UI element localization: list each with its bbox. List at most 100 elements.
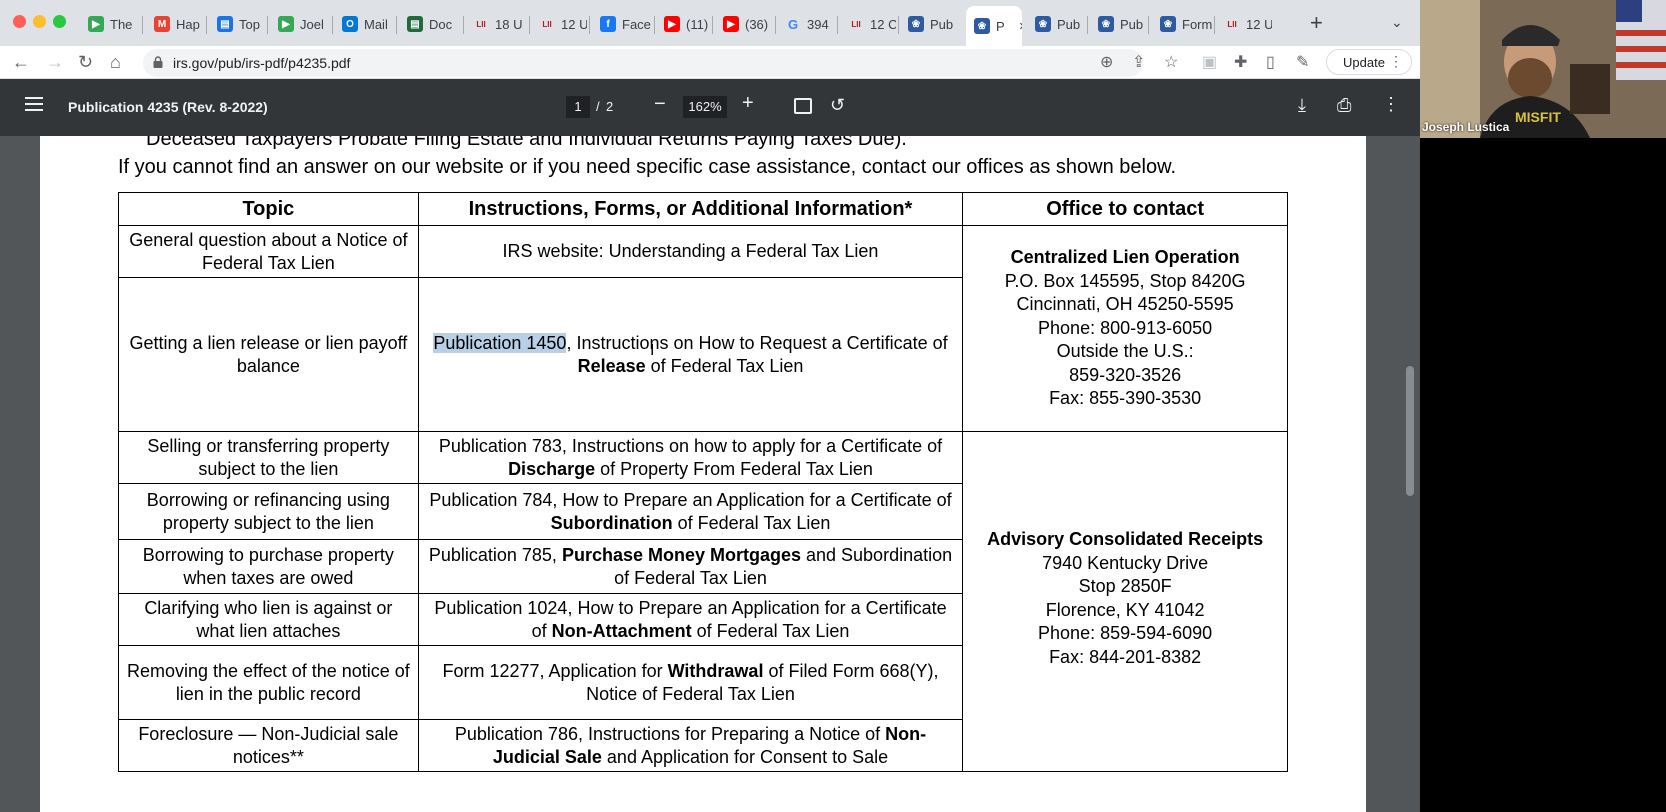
instructions-bold: Non-Attachment [551,620,692,641]
tab[interactable]: ❀ Form [1152,8,1212,40]
close-window-button[interactable] [13,15,26,28]
instructions-text: , Instructions on How to Request a Certi… [566,332,948,353]
update-label: Update [1343,54,1385,70]
office-line: P.O. Box 145595, Stop 8420G [1004,270,1246,291]
update-button[interactable]: Update ⋮ [1326,49,1412,75]
instructions-cell: Publication 1450, Instructions on How to… [417,277,964,432]
gmail-icon: M [154,16,170,32]
table-row: Selling or transferring property subject… [118,431,1288,772]
tab[interactable]: ▶ Joel [270,8,330,40]
tab-separator [898,16,899,34]
play-icon: ▶ [278,16,294,32]
doc-icon: ▤ [217,16,233,32]
zoom-level-input[interactable]: 162% [683,96,727,118]
home-icon[interactable]: ⌂ [110,52,121,72]
youtube-icon: ▶ [723,16,739,32]
tab[interactable]: LII 12 U [1216,8,1272,40]
zoom-icon[interactable]: ⊕ [1100,54,1113,72]
office-name: Advisory Consolidated Receipts [987,529,1264,549]
reload-button[interactable]: ↻ [78,52,93,72]
tab[interactable]: ❀ Pub [1027,8,1085,40]
sidebar-icon[interactable]: ▯ [1266,54,1275,72]
bookmark-star-icon[interactable]: ☆ [1164,54,1178,72]
close-tab-icon[interactable]: ✕ [1019,20,1022,33]
tab[interactable]: LII 12 U [531,8,587,40]
table-row: General question about a Notice of Feder… [118,225,1288,432]
tab-strip: ▶ The M Hap ▤ Top ▶ Joel O Mail ▤ Doc LII 18 U LII 12 U… [0,0,1420,46]
share-icon[interactable]: ⇪ [1132,54,1145,72]
address-bar[interactable]: irs.gov/pub/irs-pdf/p4235.pdf [143,49,1143,77]
tab-separator [1148,16,1149,34]
instructions-text: of Property From Federal Tax Lien [595,458,873,479]
google-icon: G [787,16,799,32]
download-icon[interactable]: ⤓ [1298,95,1306,116]
fit-to-page-icon[interactable] [794,98,812,114]
zoom-in-button[interactable]: + [742,92,754,115]
page-total: 2 [606,99,614,114]
instructions-text: Form 12277, Application for [442,660,668,681]
instructions-cell: Publication 1024, How to Prepare an Appl… [417,593,964,646]
svg-text:MISFIT: MISFIT [1515,109,1561,125]
zoom-out-button[interactable]: − [654,93,666,116]
selected-link-text[interactable]: Publication 1450 [433,332,567,353]
page-number-input[interactable]: 1 [566,96,590,118]
instructions-bold: Subordination [550,512,673,533]
intro-paragraph: If you cannot find an answer on our webs… [118,156,1177,178]
tab[interactable]: ▶ (11) [656,8,710,40]
tab-active[interactable]: ❀ P ✕ [966,6,1022,46]
instructions-bold: Discharge [508,458,596,479]
tab-title: Hap [176,16,200,32]
tab[interactable]: ▶ The [80,8,140,40]
tab-separator [1214,16,1215,34]
tab[interactable]: LII 12 C [840,8,896,40]
outlook-icon: O [342,16,358,32]
tab-title: P [996,18,1005,34]
tab-search-chevron-icon[interactable]: ⌄ [1391,14,1403,31]
print-icon[interactable]: ⎙ [1337,95,1351,116]
tab-separator [654,16,655,34]
forward-button[interactable]: → [46,52,64,72]
office-cell-centralized: Centralized Lien Operation P.O. Box 1455… [962,225,1288,432]
tab[interactable]: ▶ (36) [715,8,773,40]
lock-icon [153,56,163,68]
minimize-window-button[interactable] [33,15,46,28]
browser-toolbar: ← → ↻ ⌂ irs.gov/pub/irs-pdf/p4235.pdf ⊕ … [0,46,1420,79]
tab[interactable]: ❀ Pub [1090,8,1146,40]
more-vert-icon[interactable]: ⋮ [1382,94,1400,115]
tab[interactable]: O Mail [334,8,394,40]
instructions-text: IRS website: Understanding a Federal Tax… [502,241,879,261]
eyedropper-icon[interactable]: ✎ [1296,54,1309,72]
topic-cell: Borrowing or refinancing using property … [118,483,419,540]
tab-title: (11) [686,16,709,32]
tab[interactable]: LII 18 U [465,8,527,40]
tab[interactable]: G 394 [777,8,835,40]
tab[interactable]: ❀ Pub [900,8,960,40]
instructions-cell: Publication 783, Instructions on how to … [417,431,964,484]
pdf-viewport[interactable]: Deceased Taxpayers Probate Filing Estate… [0,136,1420,812]
instructions-text: Publication 784, How to Prepare an Appli… [429,489,952,510]
menu-icon[interactable] [25,97,43,111]
office-line: Florence, KY 41042 [1045,599,1205,620]
tab-title: The [110,16,133,32]
scrollbar[interactable] [1406,366,1414,496]
extension-icon[interactable]: ▣ [1202,54,1217,72]
back-button[interactable]: ← [12,52,30,72]
tab-separator [529,16,530,34]
tab[interactable]: ▤ Doc [399,8,461,40]
office-line: Fax: 844-201-8382 [1049,646,1202,667]
tab-title: 12 U [1246,16,1272,32]
new-tab-button[interactable]: + [1310,12,1323,34]
extensions-puzzle-icon[interactable]: ✚ [1234,54,1247,72]
tab[interactable]: M Hap [146,8,204,40]
topic-cell: Clarifying who lien is against or what l… [118,593,419,646]
tab[interactable]: ▤ Top [209,8,265,40]
tab[interactable]: f Face [592,8,652,40]
rotate-icon[interactable]: ↺ [830,95,845,116]
instructions-cell: Publication 784, How to Prepare an Appli… [417,483,964,540]
instructions-text: of Federal Tax Lien [645,355,804,376]
lii-icon: LII [1227,19,1237,29]
irs-icon: ❀ [1035,16,1051,32]
text-cursor-icon: I [650,342,655,359]
maximize-window-button[interactable] [53,15,66,28]
lii-icon: LII [542,19,552,29]
